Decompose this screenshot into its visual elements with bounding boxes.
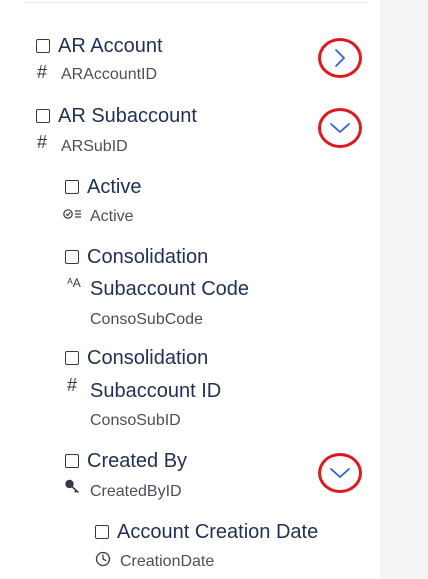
collapse-toggle-button[interactable] [318,108,362,148]
field-item-consolidation-subaccount-code: Consolidation [65,241,208,273]
collapse-toggle-button[interactable] [318,453,362,493]
chevron-down-icon [330,123,350,133]
field-item-consolidation-subaccount-id: Consolidation [65,342,208,374]
select-checkbox[interactable] [65,180,79,194]
field-id: ARSubID [61,138,128,155]
field-item-ar-account: AR Account [36,30,163,62]
select-checkbox[interactable] [65,250,79,264]
field-label: AR Subaccount [58,105,197,127]
field-label: Account Creation Date [117,521,319,543]
select-checkbox[interactable] [65,351,79,365]
field-item-active: Active [65,171,141,203]
field-id: ConsoSubCode [90,311,203,328]
field-item-created-by: Created By [65,445,187,477]
text-aa-icon: ᴬA [67,276,81,290]
field-item-account-creation-date: Account Creation Date [95,516,318,548]
hash-icon: # [66,374,77,395]
top-divider [24,2,368,3]
select-checkbox[interactable] [95,525,109,539]
clock-icon [95,551,111,567]
chevron-down-icon [330,468,350,478]
field-label-line1: Consolidation [87,347,209,369]
field-id: CreatedByID [90,483,182,500]
right-panel-background [380,0,428,579]
chevron-right-icon [335,49,345,67]
field-id: ConsoSubID [90,412,181,429]
field-label-line1: Consolidation [87,246,209,268]
select-checkbox[interactable] [36,109,50,123]
select-checkbox[interactable] [65,454,79,468]
expand-toggle-button[interactable] [318,38,362,78]
key-icon [63,478,83,494]
select-checkbox[interactable] [36,39,50,53]
hash-icon: # [36,61,47,82]
field-label: AR Account [58,35,163,57]
field-label-line2: Subaccount Code [90,278,250,300]
field-label: Created By [87,450,188,472]
field-label-line2: Subaccount ID [90,380,222,402]
field-id: ARAccountID [61,66,158,83]
field-label: Active [87,176,142,198]
checklist-icon [63,207,83,221]
field-item-ar-subaccount: AR Subaccount [36,100,197,132]
field-id: CreationDate [120,553,215,570]
field-id: Active [90,208,134,225]
hash-icon: # [36,131,47,152]
